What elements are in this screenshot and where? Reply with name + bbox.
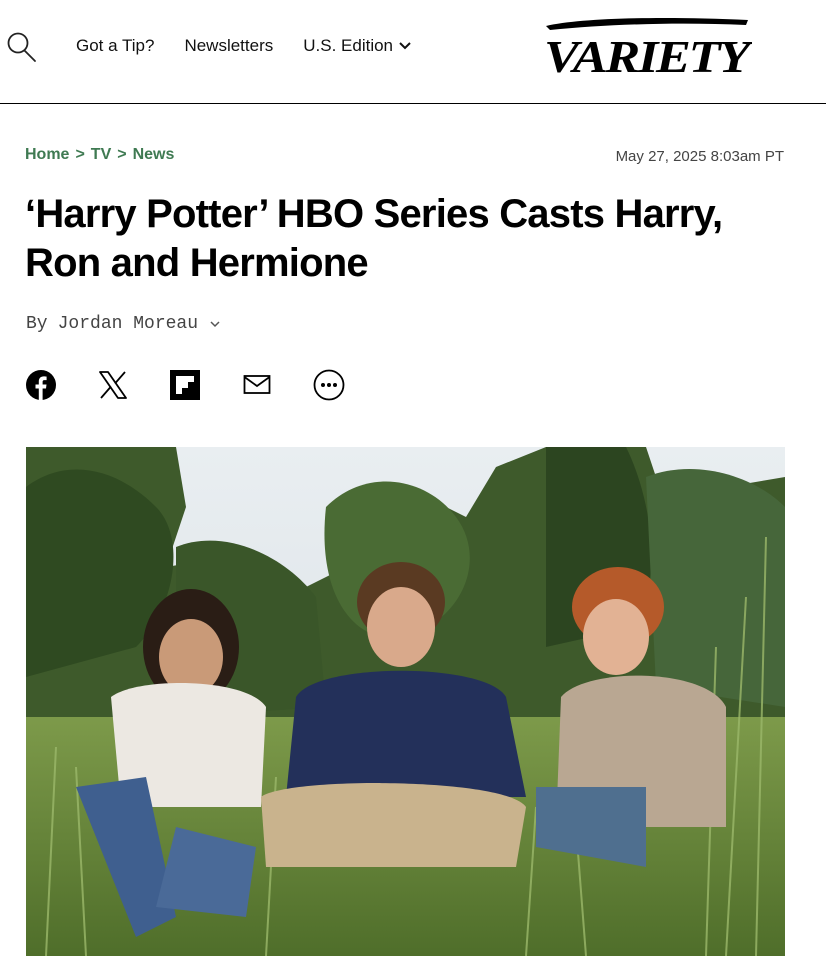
share-bar: [25, 368, 345, 402]
breadcrumb-news[interactable]: News: [133, 146, 175, 164]
share-flipboard-button[interactable]: [169, 368, 201, 402]
logo-text: VARIETY: [544, 31, 752, 80]
byline-prefix: By: [26, 314, 48, 334]
share-facebook-button[interactable]: [25, 368, 57, 402]
author-name[interactable]: Jordan Moreau: [58, 314, 198, 334]
breadcrumb-home[interactable]: Home: [25, 146, 69, 164]
breadcrumb-separator: >: [75, 146, 85, 163]
more-icon: [313, 369, 345, 401]
facebook-icon: [26, 370, 56, 400]
breadcrumb-separator: >: [117, 146, 127, 163]
hero-image[interactable]: [26, 447, 785, 956]
breadcrumb: Home > TV > News: [25, 146, 174, 164]
share-x-button[interactable]: [97, 368, 129, 402]
photo-image: [26, 447, 785, 956]
search-button[interactable]: [6, 30, 38, 64]
got-a-tip-link[interactable]: Got a Tip?: [76, 36, 154, 56]
edition-selector[interactable]: U.S. Edition: [303, 36, 411, 56]
edition-label: U.S. Edition: [303, 36, 394, 55]
x-icon: [99, 371, 127, 399]
byline: By Jordan Moreau: [26, 314, 220, 334]
flipboard-icon: [170, 370, 200, 400]
newsletters-link[interactable]: Newsletters: [184, 36, 273, 56]
chevron-down-icon[interactable]: [210, 320, 220, 328]
chevron-down-icon: [399, 42, 411, 50]
site-header: Got a Tip? Newsletters U.S. Edition VARI…: [0, 0, 826, 104]
share-email-button[interactable]: [241, 368, 273, 402]
variety-logo[interactable]: VARIETY: [540, 16, 757, 82]
search-icon: [7, 32, 36, 62]
breadcrumb-tv[interactable]: TV: [91, 146, 111, 164]
top-nav: Got a Tip? Newsletters U.S. Edition: [76, 36, 411, 56]
article-title: ‘Harry Potter’ HBO Series Casts Harry, R…: [25, 192, 723, 285]
share-more-button[interactable]: [313, 368, 345, 402]
email-icon: [243, 375, 271, 394]
publish-date: May 27, 2025 8:03am PT: [615, 148, 784, 165]
